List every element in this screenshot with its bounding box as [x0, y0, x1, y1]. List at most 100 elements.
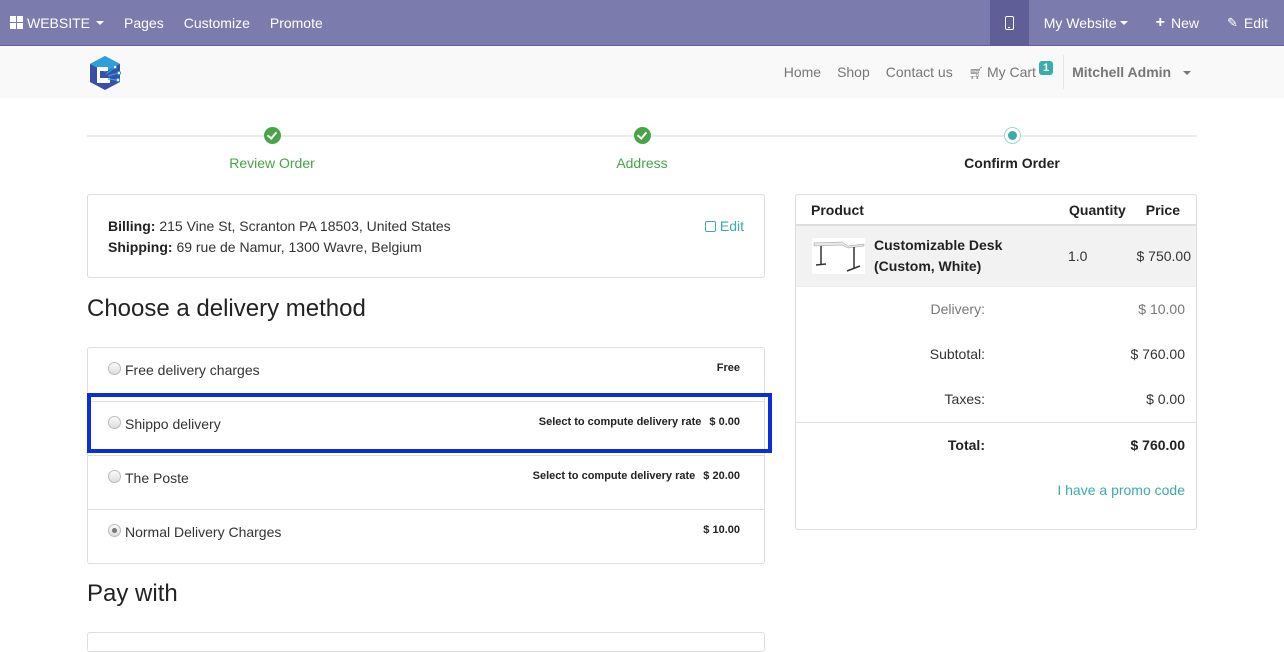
delivery-option-the-poste[interactable]: The Poste Select to compute delivery rat… [88, 455, 764, 509]
billing-value: 215 Vine St, Scranton PA 18503, United S… [159, 218, 451, 234]
step-label: Confirm Order [964, 155, 1060, 171]
mobile-phone-icon [1004, 15, 1014, 30]
checkout-progress-wizard: Review Order Address Confirm Order [87, 120, 1197, 180]
app-menu-label: WEBSITE [27, 14, 91, 31]
delivery-option-price: Free [717, 362, 740, 374]
menu-pages[interactable]: Pages [114, 0, 174, 45]
edit-address-link[interactable]: Edit [704, 216, 744, 237]
delivery-price-value: $ 20.00 [703, 470, 740, 482]
delivery-option-name: Normal Delivery Charges [125, 524, 282, 540]
delivery-option-shippo[interactable]: Shippo delivery Select to compute delive… [88, 401, 764, 455]
billing-address: Billing: 215 Vine St, Scranton PA 18503,… [108, 216, 744, 237]
delivery-rate-hint: Select to compute delivery rate [532, 470, 696, 482]
delivery-method-heading: Choose a delivery method [87, 295, 366, 322]
address-card: Billing: 215 Vine St, Scranton PA 18503,… [87, 194, 765, 278]
product-name-line1: Customizable Desk [874, 237, 1003, 253]
payment-methods-card [87, 632, 765, 652]
apps-grid-icon [10, 16, 23, 29]
col-price: Price [1145, 202, 1180, 218]
nav-my-cart[interactable]: 🛒︎ My Cart 1 [961, 60, 1061, 81]
delivery-option-free[interactable]: Free delivery charges Free [88, 348, 764, 401]
menu-customize[interactable]: Customize [174, 0, 260, 45]
delivery-row: Delivery: $ 10.00 [796, 287, 1196, 332]
menu-promote[interactable]: Promote [260, 0, 333, 45]
product-thumbnail[interactable] [812, 238, 865, 274]
delivery-radio[interactable] [108, 416, 121, 429]
new-button[interactable]: + New [1138, 0, 1209, 45]
edit-square-icon [704, 221, 716, 232]
website-selector[interactable]: My Website [1029, 0, 1138, 45]
delivery-option-name: The Poste [125, 470, 189, 486]
delivery-option-price: Select to compute delivery rate $ 20.00 [533, 470, 740, 482]
pay-with-heading: Pay with [87, 580, 178, 607]
shopping-cart-icon: 🛒︎ [968, 65, 984, 80]
delivery-radio-selected[interactable] [108, 524, 121, 537]
product-name[interactable]: Customizable Desk (Custom, White) [874, 235, 1002, 277]
check-circle-icon [263, 127, 281, 144]
delivery-option-name: Shippo delivery [125, 416, 221, 432]
delivery-label: Delivery: [930, 301, 985, 317]
delivery-rate-hint: Select to compute delivery rate [538, 416, 702, 428]
summary-header-row: Product Quantity Price [796, 195, 1196, 226]
delivery-option-price: Select to compute delivery rate $ 0.00 [539, 416, 740, 428]
cart-label: My Cart [986, 63, 1036, 80]
promo-code-link[interactable]: I have a promo code [1057, 482, 1185, 498]
admin-top-bar: WEBSITE Pages Customize Promote My Websi… [0, 0, 1284, 46]
wizard-step-address[interactable]: Address [542, 127, 742, 171]
delivery-method-list: Free delivery charges Free Shippo delive… [87, 347, 765, 564]
total-row: Total: $ 760.00 [796, 422, 1196, 468]
website-selector-label: My Website [1043, 14, 1117, 31]
delivery-radio[interactable] [108, 470, 121, 483]
delivery-option-normal[interactable]: Normal Delivery Charges $ 10.00 [88, 509, 764, 563]
user-name: Mitchell Admin [1072, 64, 1172, 80]
nav-home[interactable]: Home [776, 64, 829, 80]
product-quantity: 1.0 [1068, 248, 1088, 264]
new-label: New [1170, 14, 1199, 31]
order-line: Customizable Desk (Custom, White) 1.0 $ … [796, 226, 1196, 287]
delivery-option-price: $ 10.00 [703, 524, 740, 536]
cart-count-badge: 1 [1038, 60, 1054, 75]
subtotal-value: $ 760.00 [1130, 346, 1186, 362]
delivery-price-value: $ 0.00 [709, 416, 740, 428]
nav-contact-us[interactable]: Contact us [878, 64, 961, 80]
shipping-value: 69 rue de Namur, 1300 Wavre, Belgium [176, 239, 422, 255]
total-value: $ 760.00 [1130, 437, 1186, 453]
shipping-label: Shipping: [108, 239, 173, 255]
delivery-price-value: $ 10.00 [703, 524, 740, 536]
caret-down-icon [96, 20, 105, 25]
col-quantity: Quantity [1069, 202, 1126, 218]
check-circle-icon [633, 127, 651, 144]
caret-down-icon [1119, 20, 1128, 25]
step-label: Address [616, 155, 668, 171]
pencil-icon: ✎ [1226, 14, 1238, 30]
step-label: Review Order [229, 155, 315, 171]
total-label: Total: [947, 437, 985, 453]
delivery-value: $ 10.00 [1138, 301, 1185, 317]
mobile-preview-button[interactable] [989, 0, 1029, 45]
plus-icon: + [1155, 13, 1165, 31]
site-navbar: Home Shop Contact us 🛒︎ My Cart 1 Mitchell… [0, 46, 1284, 98]
caret-down-icon [1183, 71, 1191, 76]
taxes-value: $ 0.00 [1146, 391, 1185, 407]
edit-button[interactable]: ✎ Edit [1209, 0, 1284, 45]
user-menu[interactable]: Mitchell Admin [1064, 64, 1199, 80]
delivery-price-value: Free [716, 362, 740, 374]
taxes-row: Taxes: $ 0.00 [796, 377, 1196, 422]
company-logo[interactable] [86, 54, 124, 92]
subtotal-label: Subtotal: [929, 346, 985, 362]
wizard-step-confirm-order: Confirm Order [912, 127, 1112, 171]
delivery-radio[interactable] [108, 362, 121, 375]
taxes-label: Taxes: [944, 391, 985, 407]
nav-shop[interactable]: Shop [829, 64, 878, 80]
col-product: Product [811, 202, 864, 218]
website-app-menu[interactable]: WEBSITE [0, 0, 114, 45]
delivery-option-name: Free delivery charges [125, 362, 260, 378]
edit-address-label: Edit [719, 218, 744, 234]
product-price: $ 750.00 [1136, 248, 1192, 264]
current-step-dot-icon [1003, 127, 1021, 144]
shipping-address: Shipping: 69 rue de Namur, 1300 Wavre, B… [108, 237, 744, 258]
wizard-step-review-order[interactable]: Review Order [172, 127, 372, 171]
billing-label: Billing: [108, 218, 156, 234]
edit-label: Edit [1243, 14, 1268, 31]
product-variant: (Custom, White) [874, 258, 982, 274]
